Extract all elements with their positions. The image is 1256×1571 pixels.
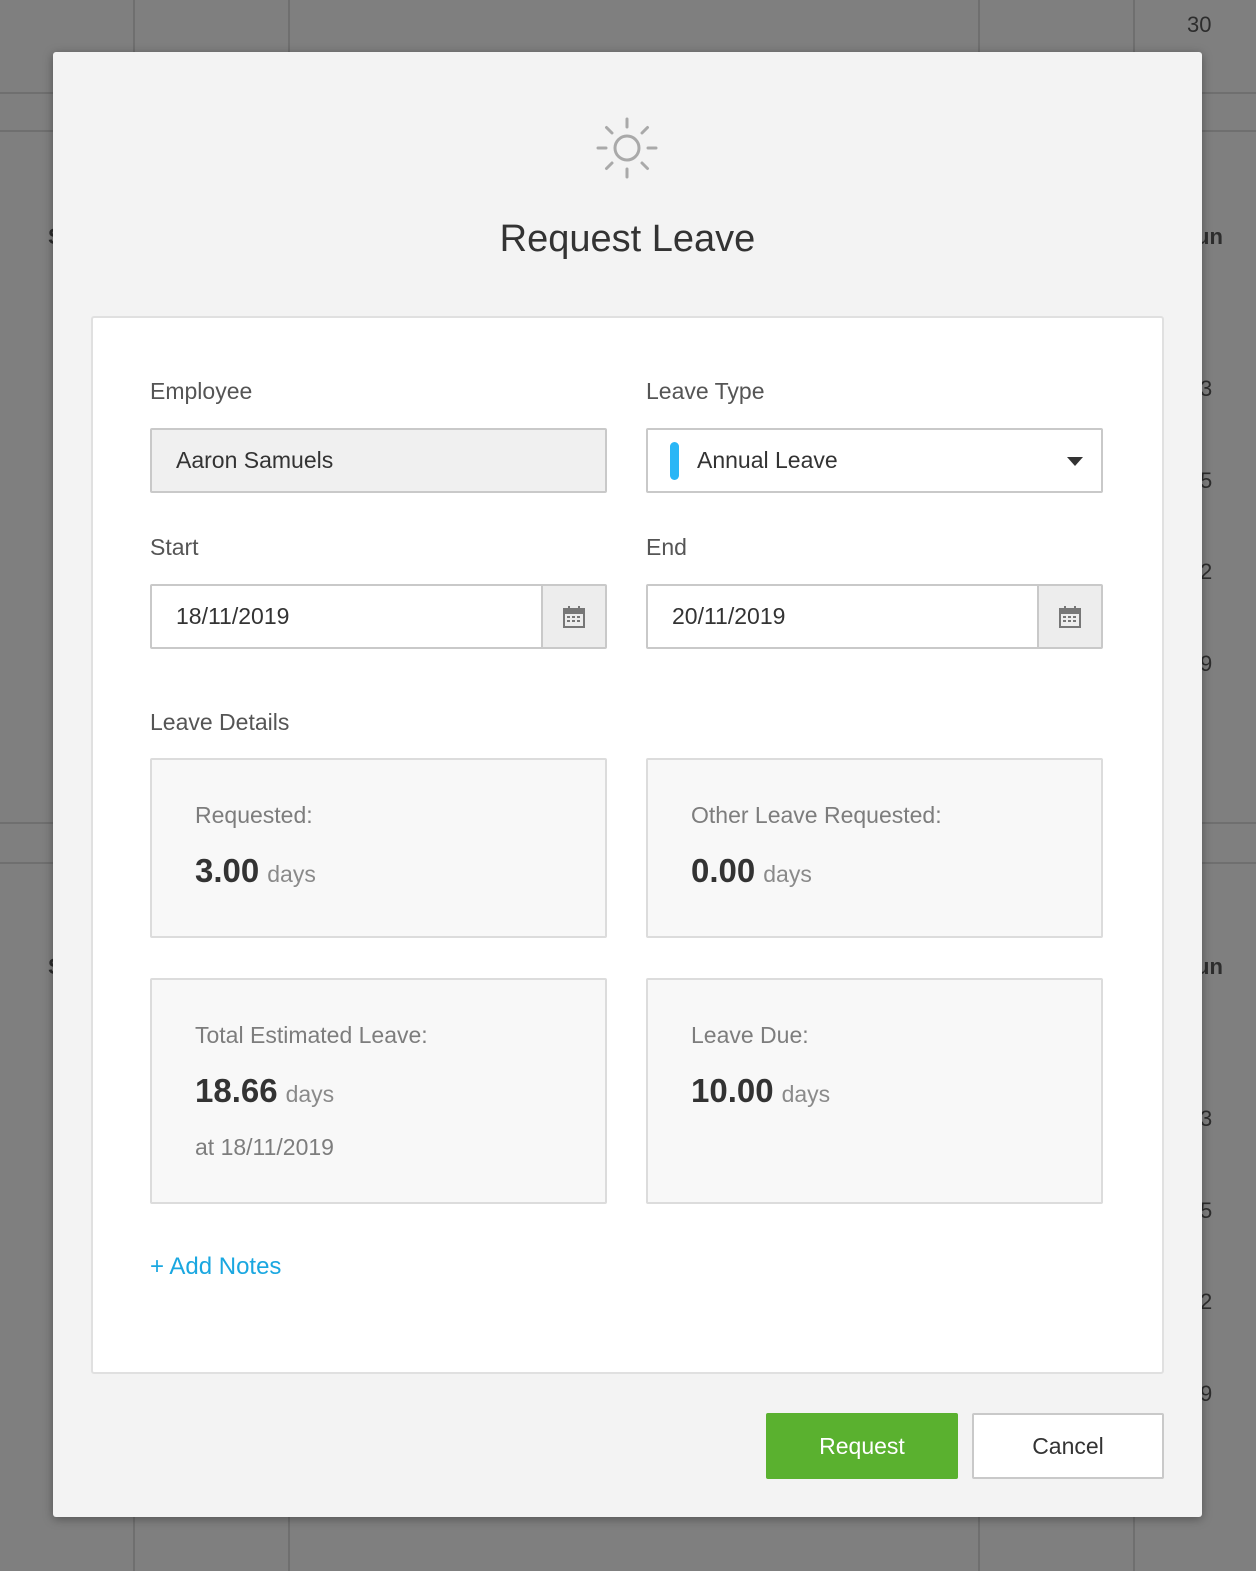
employee-value: Aaron Samuels: [176, 447, 334, 473]
leave-type-color-indicator: [670, 441, 679, 480]
leave-details-label: Leave Details: [150, 709, 290, 735]
requested-card: Requested: 3.00 days: [150, 758, 607, 938]
request-leave-modal: Request Leave Employee Aaron Samuels Lea…: [53, 52, 1202, 1517]
leave-type-select[interactable]: Annual Leave: [646, 428, 1103, 493]
requested-unit: days: [267, 861, 316, 887]
modal-title: Request Leave: [499, 218, 756, 260]
leave-due-card: Leave Due: 10.00 days: [646, 978, 1103, 1204]
other-leave-unit: days: [763, 861, 812, 887]
leave-due-label: Leave Due:: [691, 1022, 809, 1048]
start-date-value: 18/11/2019: [176, 603, 290, 629]
total-estimated-date: at 18/11/2019: [195, 1134, 334, 1160]
requested-label: Requested:: [195, 802, 313, 828]
calendar-icon: [563, 605, 585, 628]
total-estimated-card: Total Estimated Leave: 18.66 days at 18/1…: [150, 978, 607, 1204]
end-calendar-button[interactable]: [1037, 586, 1101, 647]
leave-type-value: Annual Leave: [697, 447, 838, 473]
employee-field: Aaron Samuels: [150, 428, 607, 493]
leave-due-unit: days: [781, 1081, 831, 1107]
sun-icon: [596, 117, 658, 179]
end-date-input[interactable]: 20/11/2019: [646, 584, 1103, 649]
requested-value: 3.00: [195, 852, 260, 889]
start-label: Start: [150, 534, 199, 560]
leave-type-label: Leave Type: [646, 378, 765, 404]
end-date-value: 20/11/2019: [672, 603, 786, 629]
other-leave-card: Other Leave Requested: 0.00 days: [646, 758, 1103, 938]
other-leave-label: Other Leave Requested:: [691, 802, 942, 828]
start-date-input[interactable]: 18/11/2019: [150, 584, 607, 649]
add-notes-link[interactable]: + Add Notes: [150, 1253, 281, 1281]
total-estimated-value: 18.66: [195, 1072, 278, 1109]
start-calendar-button[interactable]: [541, 586, 605, 647]
other-leave-amount: 0.00 days: [691, 852, 812, 890]
calendar-icon: [1059, 605, 1081, 628]
chevron-down-icon: [1067, 457, 1083, 466]
employee-label: Employee: [150, 378, 253, 404]
request-button[interactable]: Request: [766, 1413, 958, 1479]
requested-amount: 3.00 days: [195, 852, 316, 890]
total-estimated-label: Total Estimated Leave:: [195, 1022, 428, 1048]
total-estimated-amount: 18.66 days: [195, 1072, 334, 1110]
total-estimated-unit: days: [285, 1081, 335, 1107]
calendar-day-number: 30: [1187, 12, 1212, 37]
cancel-button[interactable]: Cancel: [972, 1413, 1164, 1479]
leave-due-amount: 10.00 days: [691, 1072, 830, 1110]
end-label: End: [646, 534, 687, 560]
leave-due-value: 10.00: [691, 1072, 774, 1109]
leave-form-panel: Employee Aaron Samuels Leave Type Annual…: [91, 316, 1164, 1374]
other-leave-value: 0.00: [691, 852, 756, 889]
